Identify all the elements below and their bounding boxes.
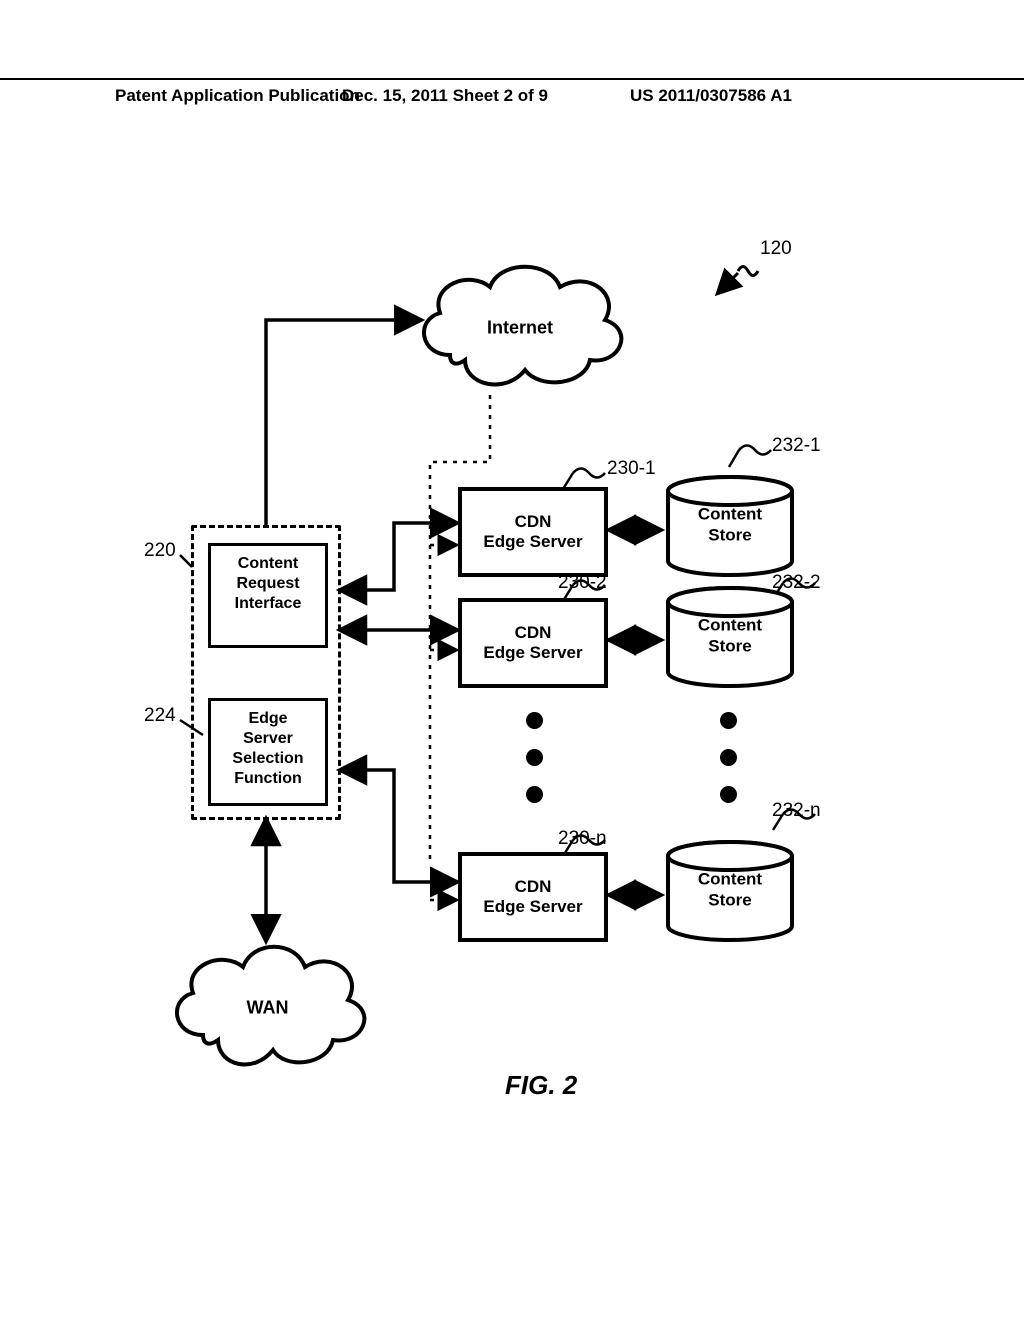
- wan-cloud: WAN: [165, 935, 370, 1080]
- dot-icon: [526, 786, 543, 803]
- dot-icon: [720, 712, 737, 729]
- ref-232-2: 232-2: [772, 572, 821, 594]
- ref-230-2: 230-2: [558, 572, 607, 594]
- dot-icon: [526, 712, 543, 729]
- header-right: US 2011/0307586 A1: [630, 86, 792, 106]
- dot-icon: [526, 749, 543, 766]
- cdn-edge-server-2: CDN Edge Server: [458, 598, 608, 688]
- ref-232-n: 232-n: [772, 800, 821, 822]
- store-ellipsis-dots: [720, 712, 737, 803]
- header-left: Patent Application Publication: [115, 86, 360, 106]
- ref-230-1: 230-1: [607, 458, 656, 480]
- essf-label: Edge Server Selection Function: [232, 710, 303, 787]
- ref-120: 120: [760, 238, 792, 260]
- content-store-2: Content Store: [660, 586, 800, 691]
- internet-label: Internet: [410, 317, 630, 338]
- content-store-n: Content Store: [660, 840, 800, 945]
- figure-caption: FIG. 2: [505, 1070, 577, 1101]
- edge-2-label: CDN Edge Server: [483, 623, 582, 664]
- edge-1-label: CDN Edge Server: [483, 512, 582, 553]
- edge-ellipsis-dots: [526, 712, 543, 803]
- edge-n-label: CDN Edge Server: [483, 877, 582, 918]
- page-header: Patent Application Publication Dec. 15, …: [0, 78, 1024, 84]
- cdn-edge-server-1: CDN Edge Server: [458, 487, 608, 577]
- ref-230-n: 230-n: [558, 828, 607, 850]
- cdn-edge-server-n: CDN Edge Server: [458, 852, 608, 942]
- ref-224: 224: [144, 705, 176, 727]
- store-1-label: Content Store: [660, 505, 800, 546]
- dot-icon: [720, 749, 737, 766]
- edge-server-selection-function-box: Edge Server Selection Function: [208, 698, 328, 806]
- ref-220: 220: [144, 540, 176, 562]
- internet-cloud: Internet: [410, 255, 630, 400]
- interface-group: Content Request Interface Edge Server Se…: [191, 525, 341, 820]
- header-center: Dec. 15, 2011 Sheet 2 of 9: [342, 86, 548, 106]
- cri-label: Content Request Interface: [235, 555, 302, 612]
- dot-icon: [720, 786, 737, 803]
- store-2-label: Content Store: [660, 616, 800, 657]
- wan-label: WAN: [165, 997, 370, 1018]
- content-store-1: Content Store: [660, 475, 800, 580]
- content-request-interface-box: Content Request Interface: [208, 543, 328, 648]
- store-n-label: Content Store: [660, 870, 800, 911]
- ref-232-1: 232-1: [772, 435, 821, 457]
